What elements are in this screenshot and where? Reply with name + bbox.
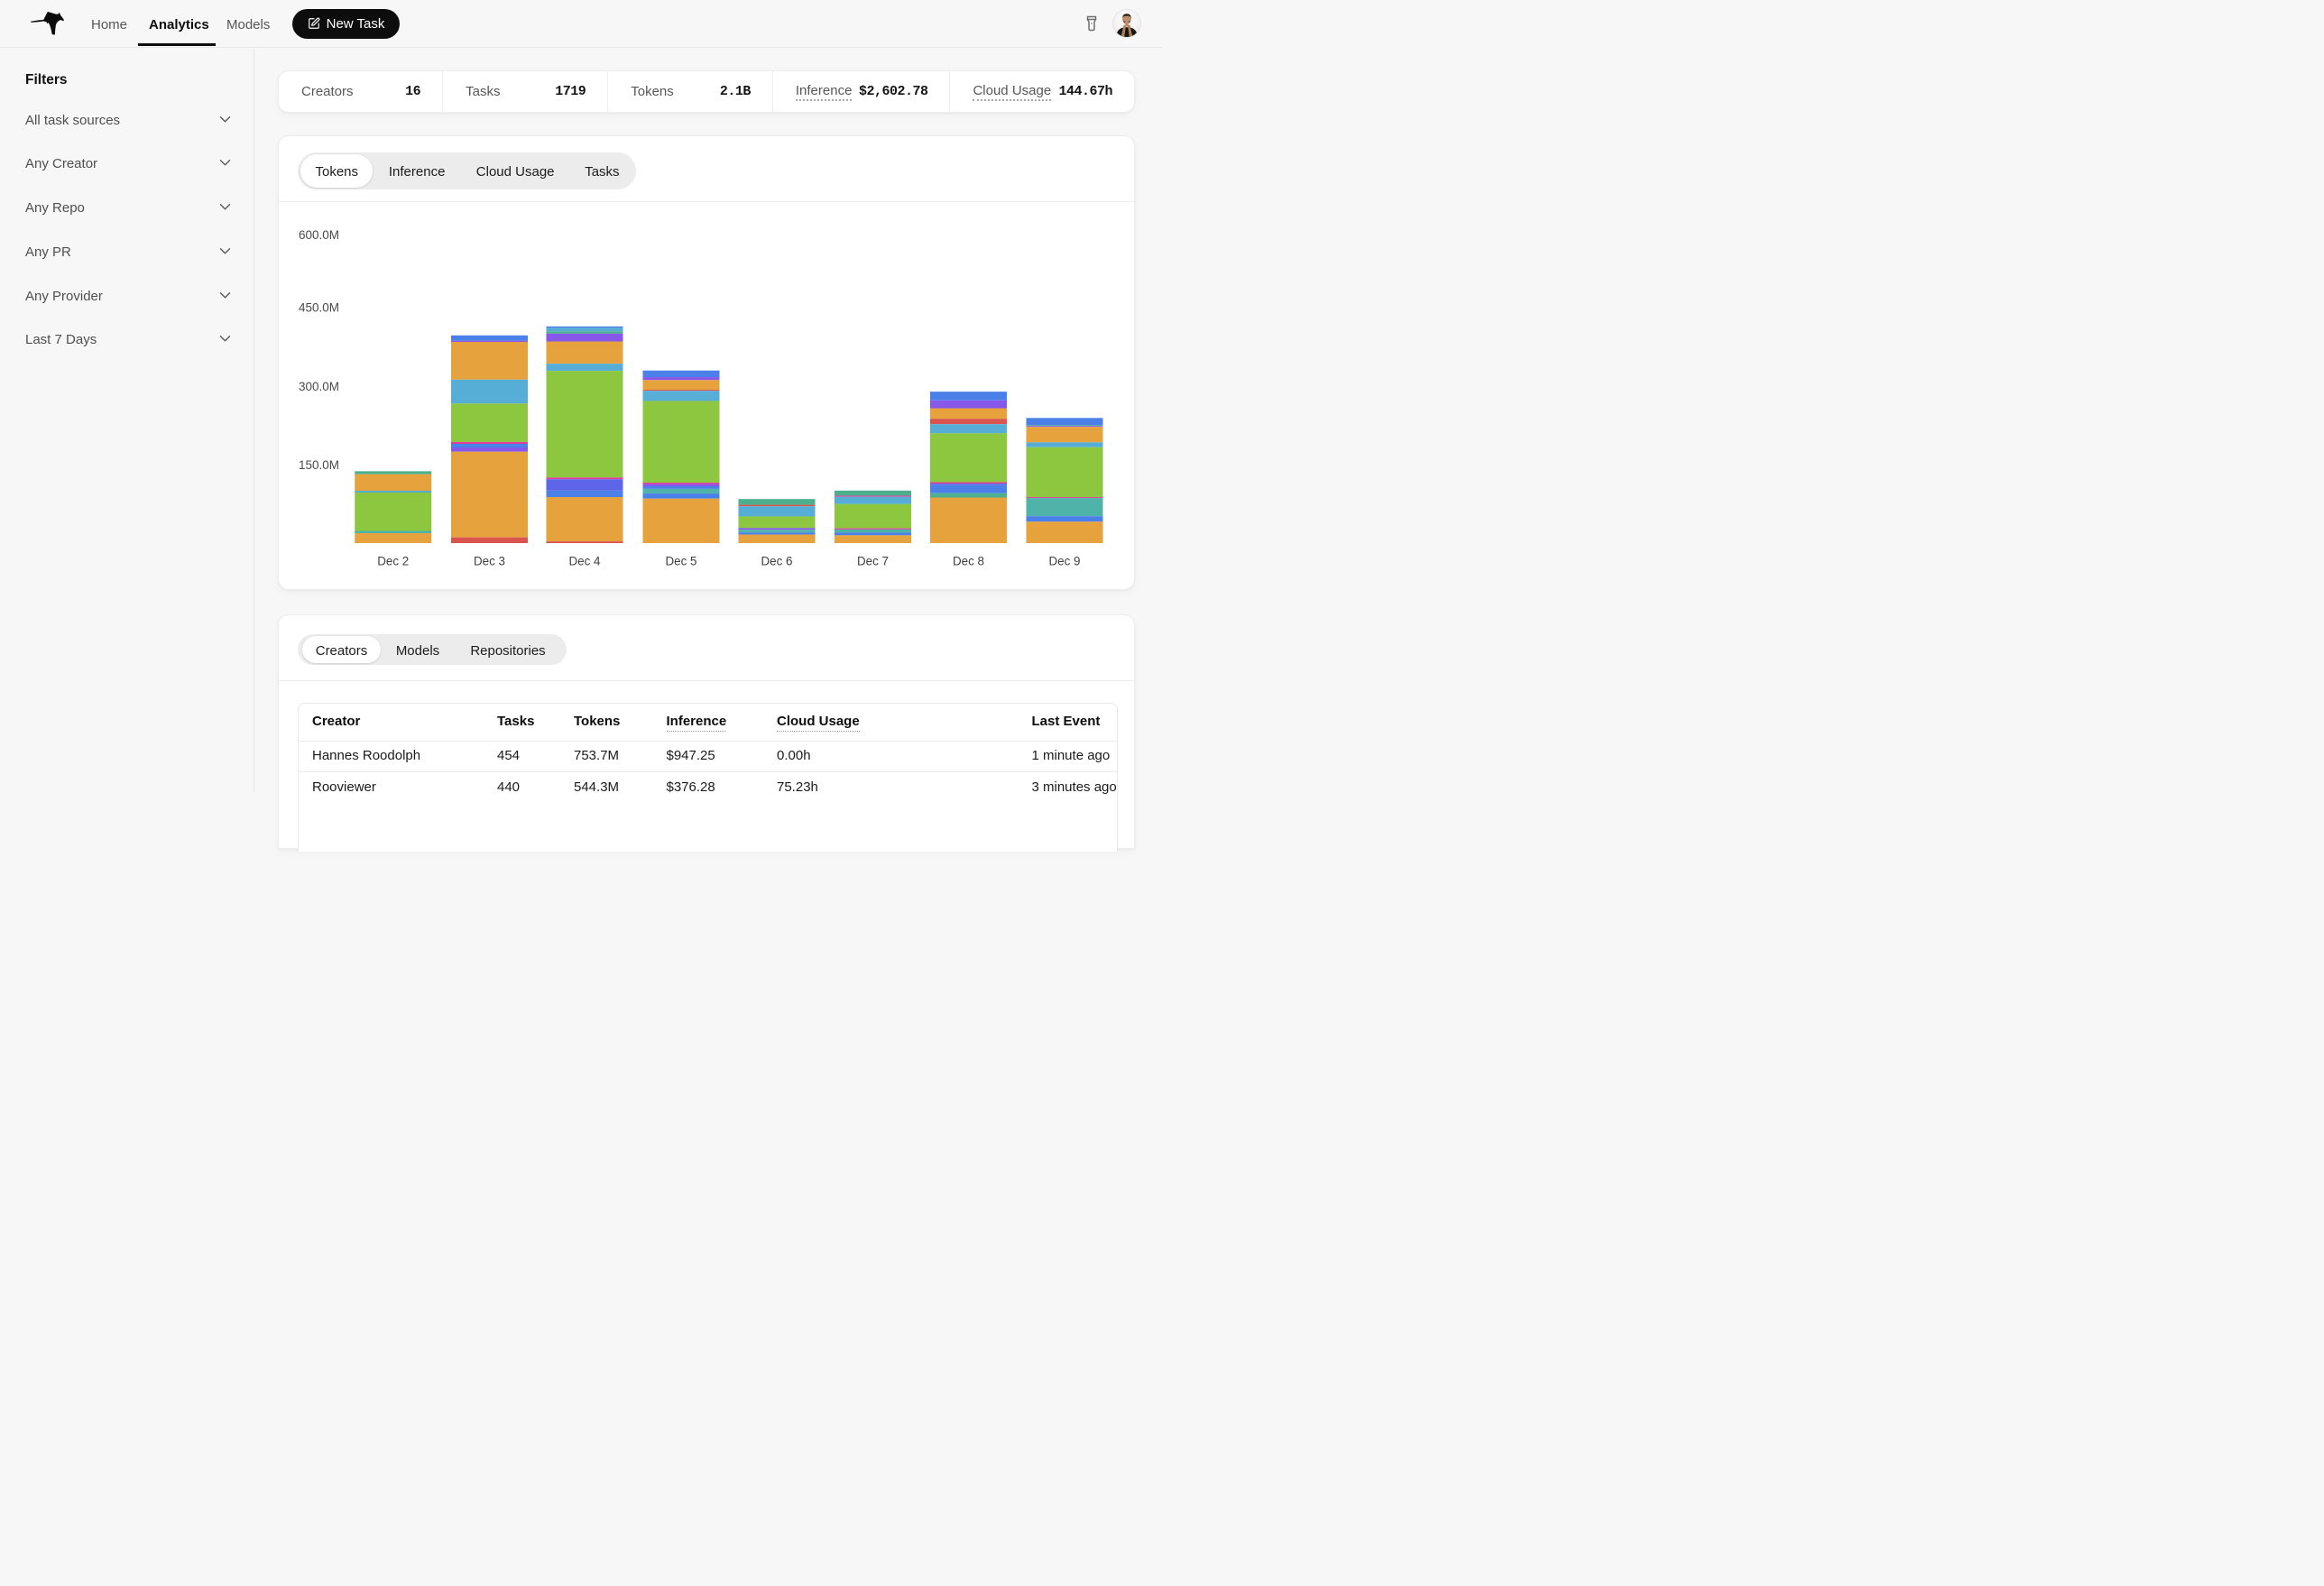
- svg-text:Dec 4: Dec 4: [569, 554, 602, 567]
- svg-text:Dec 2: Dec 2: [377, 554, 409, 567]
- svg-text:600.0M: 600.0M: [299, 228, 339, 242]
- svg-text:Dec 7: Dec 7: [857, 554, 889, 567]
- svg-text:150.0M: 150.0M: [299, 458, 339, 472]
- svg-text:Dec 3: Dec 3: [474, 554, 505, 567]
- svg-text:Dec 8: Dec 8: [953, 554, 984, 567]
- svg-text:300.0M: 300.0M: [299, 379, 339, 392]
- svg-text:Dec 5: Dec 5: [666, 554, 697, 567]
- svg-text:Dec 6: Dec 6: [761, 554, 793, 567]
- svg-text:450.0M: 450.0M: [299, 300, 339, 314]
- svg-text:Dec 9: Dec 9: [1049, 554, 1081, 567]
